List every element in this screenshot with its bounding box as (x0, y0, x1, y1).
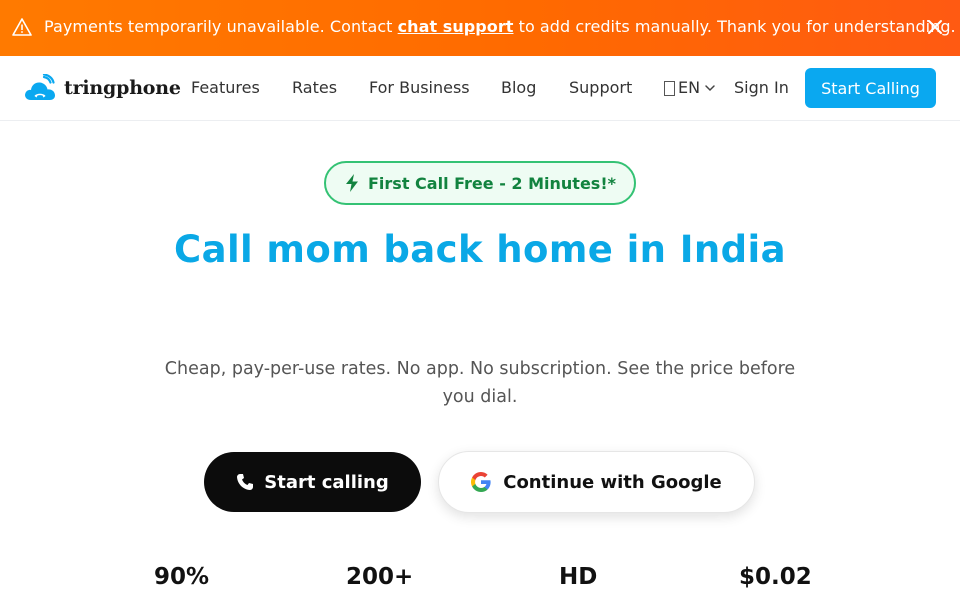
lightning-icon (346, 174, 358, 192)
nav-link-features[interactable]: Features (191, 78, 260, 97)
start-calling-label: Start calling (264, 471, 389, 493)
banner-text-after: to add credits manually. Thank you for u… (513, 17, 956, 36)
free-call-badge: First Call Free - 2 Minutes!* (324, 161, 636, 205)
start-calling-button[interactable]: Start calling (204, 452, 421, 512)
close-icon[interactable] (926, 18, 944, 36)
start-calling-nav-label: Start Calling (821, 78, 920, 98)
google-icon (471, 472, 491, 492)
phone-icon (237, 474, 254, 490)
hero-title: Call mom back home in India (174, 228, 786, 271)
banner-text-before: Payments temporarily unavailable. Contac… (44, 17, 398, 36)
banner-message: Payments temporarily unavailable. Contac… (44, 17, 956, 36)
warning-icon (12, 18, 32, 36)
continue-with-google-button[interactable]: Continue with Google (438, 451, 755, 513)
language-label: EN (678, 78, 701, 97)
stat-value: HD (559, 564, 598, 590)
cloud-phone-icon (25, 74, 55, 100)
stat-value: $0.02 (739, 564, 812, 590)
globe-icon (664, 80, 675, 96)
chevron-down-icon (705, 84, 715, 91)
brand-logo[interactable]: tringphone (24, 72, 181, 104)
announcement-banner: Payments temporarily unavailable. Contac… (0, 0, 960, 56)
nav-link-blog[interactable]: Blog (501, 78, 536, 97)
start-calling-nav-button[interactable]: Start Calling (805, 68, 936, 108)
brand-name: tringphone (64, 77, 181, 99)
stat-value: 90% (154, 564, 210, 590)
nav-link-rates[interactable]: Rates (292, 78, 337, 97)
nav-link-for-business[interactable]: For Business (369, 78, 470, 97)
nav-link-support[interactable]: Support (569, 78, 632, 97)
chat-support-link[interactable]: chat support (398, 17, 514, 36)
language-selector[interactable]: EN (664, 78, 716, 97)
stat-value: 200+ (346, 564, 414, 590)
continue-with-google-label: Continue with Google (503, 471, 722, 493)
badge-label: First Call Free - 2 Minutes!* (368, 173, 616, 193)
hero-subtitle: Cheap, pay-per-use rates. No app. No sub… (164, 359, 796, 407)
top-navigation: tringphone Features Rates For Business B… (0, 56, 960, 121)
sign-in-link[interactable]: Sign In (734, 78, 789, 97)
